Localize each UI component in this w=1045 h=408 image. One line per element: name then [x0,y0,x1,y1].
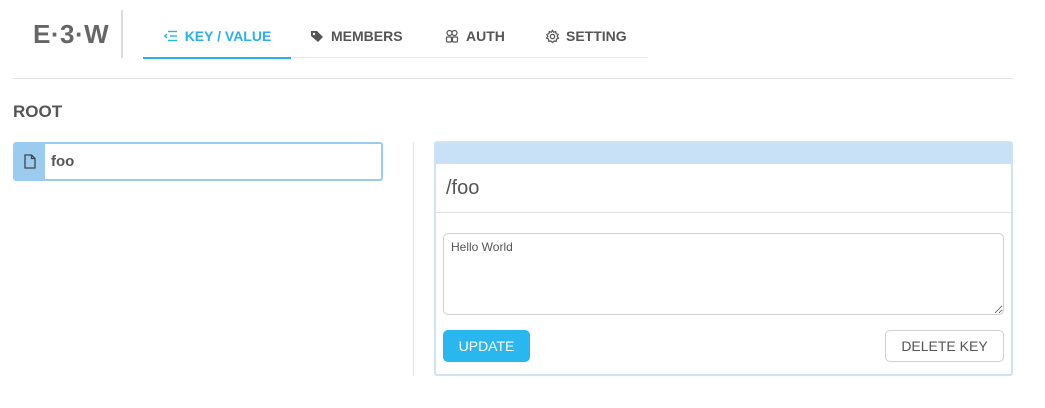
tree-root-title: ROOT [13,102,63,121]
header-divider [13,78,1013,79]
tree-item-label: foo [51,153,75,170]
tab-members[interactable]: MEMBERS [309,14,403,58]
users-icon [444,28,460,44]
key-path: /foo [446,177,480,199]
value-textarea[interactable]: Hello World [443,233,1004,315]
tab-setting[interactable]: SETTING [544,14,627,58]
tab-key-value-label: KEY / VALUE [184,28,272,44]
tag-icon [309,28,325,44]
logo-divider [121,10,123,58]
tab-auth-label: AUTH [466,28,505,44]
panel-header [436,143,1011,164]
update-button[interactable]: UPDATE [443,330,530,362]
app-logo: E·3·W [33,19,110,49]
tab-auth[interactable]: AUTH [444,14,505,58]
tab-key-value[interactable]: KEY / VALUE [143,14,291,59]
file-icon [15,144,45,179]
tab-setting-label: SETTING [566,28,627,44]
tab-members-label: MEMBERS [331,28,403,44]
panel-divider [436,212,1011,213]
gear-icon [544,28,560,44]
tree-item-foo[interactable]: foo [13,142,383,181]
key-editor-panel: /foo Hello World UPDATE DELETE KEY [434,141,1013,376]
column-divider [413,142,414,376]
delete-key-button[interactable]: DELETE KEY [885,330,1004,362]
main-nav: KEY / VALUE MEMBERS AUTH SETTING [143,14,648,59]
list-icon [163,28,179,44]
